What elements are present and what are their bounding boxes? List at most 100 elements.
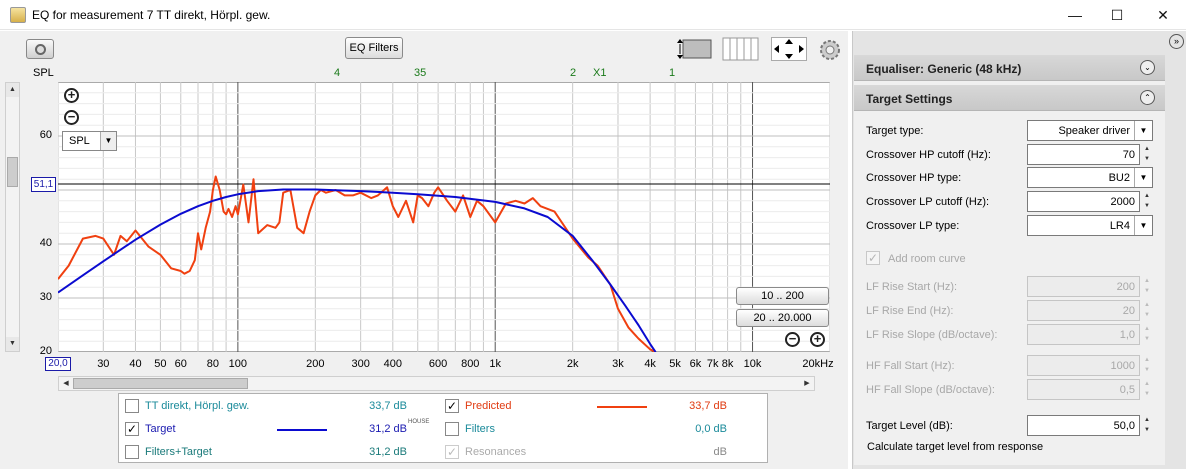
collapse-icon[interactable]: ⌃: [1140, 90, 1155, 105]
maximize-button[interactable]: ☐: [1094, 0, 1140, 30]
gear-icon[interactable]: [817, 37, 843, 61]
legend-checkbox[interactable]: ✓: [445, 399, 459, 413]
expand-icon[interactable]: ⌄: [1140, 60, 1155, 75]
zoom-out-x-icon[interactable]: −: [785, 332, 800, 347]
add-room-curve-checkbox[interactable]: ✓: [866, 251, 880, 265]
x-min-box[interactable]: 20,0: [45, 357, 71, 371]
spinner-icon[interactable]: ▲ ▼: [1141, 276, 1153, 297]
lf-rise-start-field[interactable]: 200 ▲ ▼: [1027, 276, 1153, 297]
spinner-icon[interactable]: ▲ ▼: [1141, 191, 1153, 212]
scroll-down-icon[interactable]: ▼: [6, 337, 19, 351]
spinner-icon[interactable]: ▲ ▼: [1141, 355, 1153, 376]
spinner-icon[interactable]: ▲ ▼: [1141, 324, 1153, 345]
range-20-20000-button[interactable]: 20 .. 20.000: [736, 309, 829, 327]
lp-cutoff-value[interactable]: 2000: [1111, 196, 1135, 208]
display-type-select[interactable]: SPL ▼: [62, 131, 117, 151]
legend-line-swatch: [597, 406, 647, 408]
legend-label: Filters: [465, 423, 495, 435]
lp-cutoff-label: Crossover LP cutoff (Hz):: [866, 196, 990, 208]
lp-type-select[interactable]: LR4 ▼: [1027, 215, 1153, 236]
chevron-down-icon: ▼: [1134, 216, 1152, 235]
legend-label: TT direkt, Hörpl. gew.: [145, 400, 250, 412]
lf-rise-start-label: LF Rise Start (Hz):: [866, 281, 958, 293]
x-tick-label: 10k: [743, 358, 762, 370]
spinner-icon[interactable]: ▲ ▼: [1141, 379, 1153, 400]
minimize-button[interactable]: —: [1052, 0, 1098, 30]
lf-rise-start-value[interactable]: 200: [1117, 281, 1135, 293]
hf-fall-start-field[interactable]: 1000 ▲ ▼: [1027, 355, 1153, 376]
scroll-up-icon[interactable]: ▲: [6, 83, 19, 97]
lf-rise-slope-value[interactable]: 1,0: [1120, 329, 1135, 341]
target-type-select[interactable]: Speaker driver ▼: [1027, 120, 1153, 141]
lf-rise-end-value[interactable]: 20: [1123, 305, 1135, 317]
legend-checkbox[interactable]: [125, 399, 139, 413]
x-tick-label: 7k: [706, 358, 719, 370]
x-tick-label: 400: [383, 358, 402, 370]
close-button[interactable]: ✕: [1140, 0, 1186, 30]
app-icon: [10, 7, 26, 23]
zoom-in-icon[interactable]: +: [64, 88, 79, 103]
chevron-down-icon: ▼: [100, 132, 116, 150]
target-level-value[interactable]: 50,0: [1114, 420, 1135, 432]
eq-filters-button[interactable]: EQ Filters: [345, 37, 403, 59]
settings-panel: » Equaliser: Generic (48 kHz) ⌄ Target S…: [852, 31, 1186, 469]
lf-rise-slope-label: LF Rise Slope (dB/octave):: [866, 329, 998, 341]
target-level-field[interactable]: 50,0 ▲ ▼: [1027, 415, 1153, 436]
legend-label: Filters+Target: [145, 446, 212, 458]
scroll-right-icon[interactable]: ▶: [800, 377, 814, 390]
x-tick-label: 5k: [669, 358, 681, 370]
vertical-scrollbar[interactable]: ▲ ▼: [5, 82, 20, 352]
hf-fall-start-value[interactable]: 1000: [1111, 360, 1135, 372]
top-marker: 35: [414, 67, 427, 79]
legend-checkbox[interactable]: ✓: [125, 422, 139, 436]
add-room-curve-label: Add room curve: [888, 253, 966, 265]
zoom-out-icon[interactable]: −: [64, 110, 79, 125]
reference-level-marker: 51,1: [31, 177, 56, 192]
range-10-200-button[interactable]: 10 .. 200: [736, 287, 829, 305]
legend-checkbox[interactable]: [125, 445, 139, 459]
graph-size-icon[interactable]: [674, 37, 714, 61]
legend-checkbox[interactable]: [445, 422, 459, 436]
top-marker: 2: [570, 67, 577, 79]
lp-cutoff-field[interactable]: 2000 ▲ ▼: [1027, 191, 1153, 212]
spinner-icon[interactable]: ▲ ▼: [1141, 415, 1153, 436]
target-settings-header[interactable]: Target Settings ⌃: [854, 85, 1165, 111]
h-scroll-thumb[interactable]: [73, 378, 248, 389]
scroll-left-icon[interactable]: ◀: [59, 377, 73, 390]
x-tick-label: 3k: [612, 358, 624, 370]
target-settings-title: Target Settings: [866, 92, 953, 106]
x-tick-label: 80: [206, 358, 220, 370]
legend-value: 33,7 dB: [369, 400, 407, 412]
hp-cutoff-field[interactable]: 70 ▲ ▼: [1027, 144, 1153, 165]
columns-icon[interactable]: [722, 37, 760, 61]
target-type-value: Speaker driver: [1058, 125, 1130, 137]
calculate-target-level-link[interactable]: Calculate target level from response: [867, 441, 1043, 453]
legend-label: Resonances: [465, 446, 527, 458]
scroll-thumb[interactable]: [7, 157, 18, 187]
equaliser-header[interactable]: Equaliser: Generic (48 kHz) ⌄: [854, 55, 1165, 81]
camera-icon[interactable]: [26, 39, 54, 59]
y-tick-label: 60: [39, 129, 52, 141]
frequency-response-plot[interactable]: [58, 82, 830, 352]
lf-rise-slope-field[interactable]: 1,0 ▲ ▼: [1027, 324, 1153, 345]
chevron-down-icon: ▼: [1134, 168, 1152, 187]
spinner-icon[interactable]: ▲ ▼: [1141, 144, 1153, 165]
y-tick-label: 30: [39, 291, 52, 303]
display-type-value: SPL: [69, 135, 90, 147]
collapse-panel-icon[interactable]: »: [1169, 34, 1184, 49]
zoom-in-x-icon[interactable]: +: [810, 332, 825, 347]
x-tick-label: 600: [428, 358, 448, 370]
hp-cutoff-value[interactable]: 70: [1123, 149, 1135, 161]
hp-type-select[interactable]: BU2 ▼: [1027, 167, 1153, 188]
hf-fall-slope-field[interactable]: 0,5 ▲ ▼: [1027, 379, 1153, 400]
lf-rise-end-field[interactable]: 20 ▲ ▼: [1027, 300, 1153, 321]
legend-checkbox[interactable]: ✓: [445, 445, 459, 459]
move-icon[interactable]: [771, 37, 807, 61]
spinner-icon[interactable]: ▲ ▼: [1141, 300, 1153, 321]
x-tick-label: 2k: [566, 358, 579, 370]
top-marker: 1: [669, 67, 676, 79]
x-tick-label: 60: [174, 358, 187, 370]
hf-fall-slope-value[interactable]: 0,5: [1120, 384, 1135, 396]
horizontal-scrollbar[interactable]: ◀ ▶: [58, 376, 815, 391]
x-tick-label: 300: [351, 358, 370, 370]
